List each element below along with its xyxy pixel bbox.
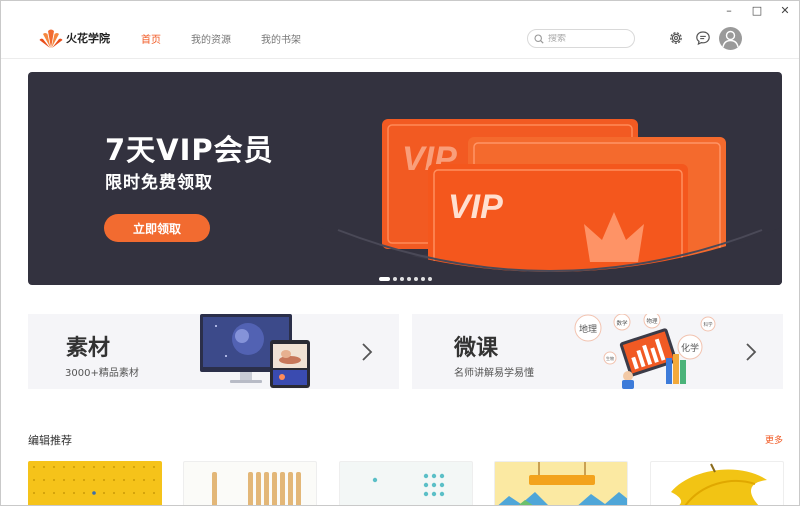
- star-fruit-thumbnail: [671, 463, 767, 505]
- subject-bubbles-illustration: 地理 数学 物理 化学 科学 生物: [574, 314, 716, 389]
- carousel-indicators: [379, 277, 435, 281]
- promo-banner[interactable]: 7天VIP会员 限时免费领取 立即领取 VIP VIP: [28, 72, 782, 285]
- carousel-dot[interactable]: [407, 277, 411, 281]
- bubble-biology: 生物: [606, 355, 614, 361]
- materials-title: 素材: [66, 336, 111, 361]
- search-icon: [534, 33, 544, 44]
- carousel-dot[interactable]: [400, 277, 404, 281]
- bubble-math: 数学: [616, 319, 628, 327]
- bubble-chemistry: 化学: [681, 342, 699, 354]
- recommend-item[interactable]: [494, 461, 628, 505]
- search-input[interactable]: [548, 33, 628, 44]
- bubble-science: 科学: [704, 321, 713, 328]
- monitor-tablet-illustration: [200, 314, 310, 388]
- recommend-item[interactable]: [28, 461, 162, 505]
- carousel-dot[interactable]: [414, 277, 418, 281]
- materials-desc: 3000+精品素材: [65, 368, 139, 379]
- nav-my-resources[interactable]: 我的资源: [191, 31, 231, 46]
- gear-icon: [670, 32, 682, 44]
- maximize-button[interactable]: □: [743, 1, 771, 19]
- top-header: 火花学院 首页 我的资源 我的书架: [1, 19, 799, 59]
- chat-bubble-icon: [696, 31, 710, 46]
- more-link[interactable]: 更多: [765, 433, 783, 446]
- banner-title: 7天VIP会员: [105, 133, 274, 167]
- nav-home[interactable]: 首页: [141, 31, 161, 46]
- chevron-right-icon[interactable]: [744, 342, 758, 362]
- close-button[interactable]: ✕: [771, 1, 799, 19]
- micro-lessons-title: 微课: [454, 336, 499, 361]
- materials-card[interactable]: 素材 3000+精品素材: [28, 314, 399, 389]
- recommend-item[interactable]: [650, 461, 784, 505]
- logo[interactable]: 火花学院: [39, 27, 110, 49]
- minimize-button[interactable]: –: [715, 1, 743, 19]
- user-icon: [722, 30, 739, 48]
- settings-button[interactable]: [667, 29, 685, 47]
- recommend-item[interactable]: [183, 461, 317, 505]
- window-controls: – □ ✕: [715, 1, 799, 19]
- landscape-sign-thumbnail: [495, 462, 627, 505]
- claim-now-button[interactable]: 立即领取: [104, 214, 210, 242]
- dot-pattern-thumbnail: [33, 466, 155, 495]
- section-title: 编辑推荐: [28, 434, 72, 447]
- counting-sticks-thumbnail: [212, 472, 301, 505]
- chevron-right-icon[interactable]: [360, 342, 374, 362]
- bubble-physics: 物理: [646, 317, 658, 325]
- carousel-dot[interactable]: [428, 277, 432, 281]
- recommend-item[interactable]: [339, 461, 473, 505]
- user-avatar[interactable]: [719, 27, 742, 50]
- vip-cards-illustration: VIP VIP: [318, 119, 782, 285]
- nav-my-bookshelf[interactable]: 我的书架: [261, 31, 301, 46]
- carousel-dot[interactable]: [421, 277, 425, 281]
- banner-subtitle: 限时免费领取: [105, 173, 213, 193]
- app-window: – □ ✕ 火花学院 首页 我的资源 我的书架 搜索 7天VIP会员 限时免费领…: [0, 0, 800, 506]
- bubble-geography: 地理: [579, 323, 597, 335]
- micro-lessons-card[interactable]: 微课 名师讲解易学易懂 地理 数学 物理 化学 科学 生物: [412, 314, 783, 389]
- search-box[interactable]: [527, 29, 635, 48]
- main-nav: 首页 我的资源 我的书架: [141, 31, 331, 46]
- flame-logo-icon: [39, 29, 63, 48]
- brand-name: 火花学院: [66, 32, 110, 45]
- vip-text-front: VIP: [448, 188, 503, 226]
- carousel-dot[interactable]: [393, 277, 397, 281]
- dot-counting-thumbnail: [372, 473, 445, 497]
- carousel-dot[interactable]: [379, 277, 390, 281]
- message-button[interactable]: [694, 29, 712, 47]
- micro-lessons-desc: 名师讲解易学易懂: [454, 368, 534, 379]
